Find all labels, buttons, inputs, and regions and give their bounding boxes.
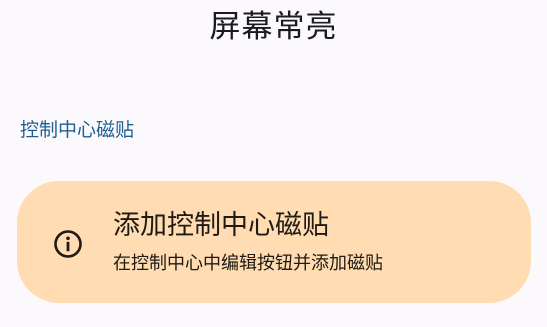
section-header-control-center-tile: 控制中心磁贴 <box>20 119 135 141</box>
add-control-center-tile-card[interactable]: 添加控制中心磁贴 在控制中心中编辑按钮并添加磁贴 <box>17 181 531 303</box>
info-icon <box>53 229 83 259</box>
card-title: 添加控制中心磁贴 <box>113 210 329 241</box>
card-subtitle: 在控制中心中编辑按钮并添加磁贴 <box>113 253 383 274</box>
page-title: 屏幕常亮 <box>209 9 338 45</box>
